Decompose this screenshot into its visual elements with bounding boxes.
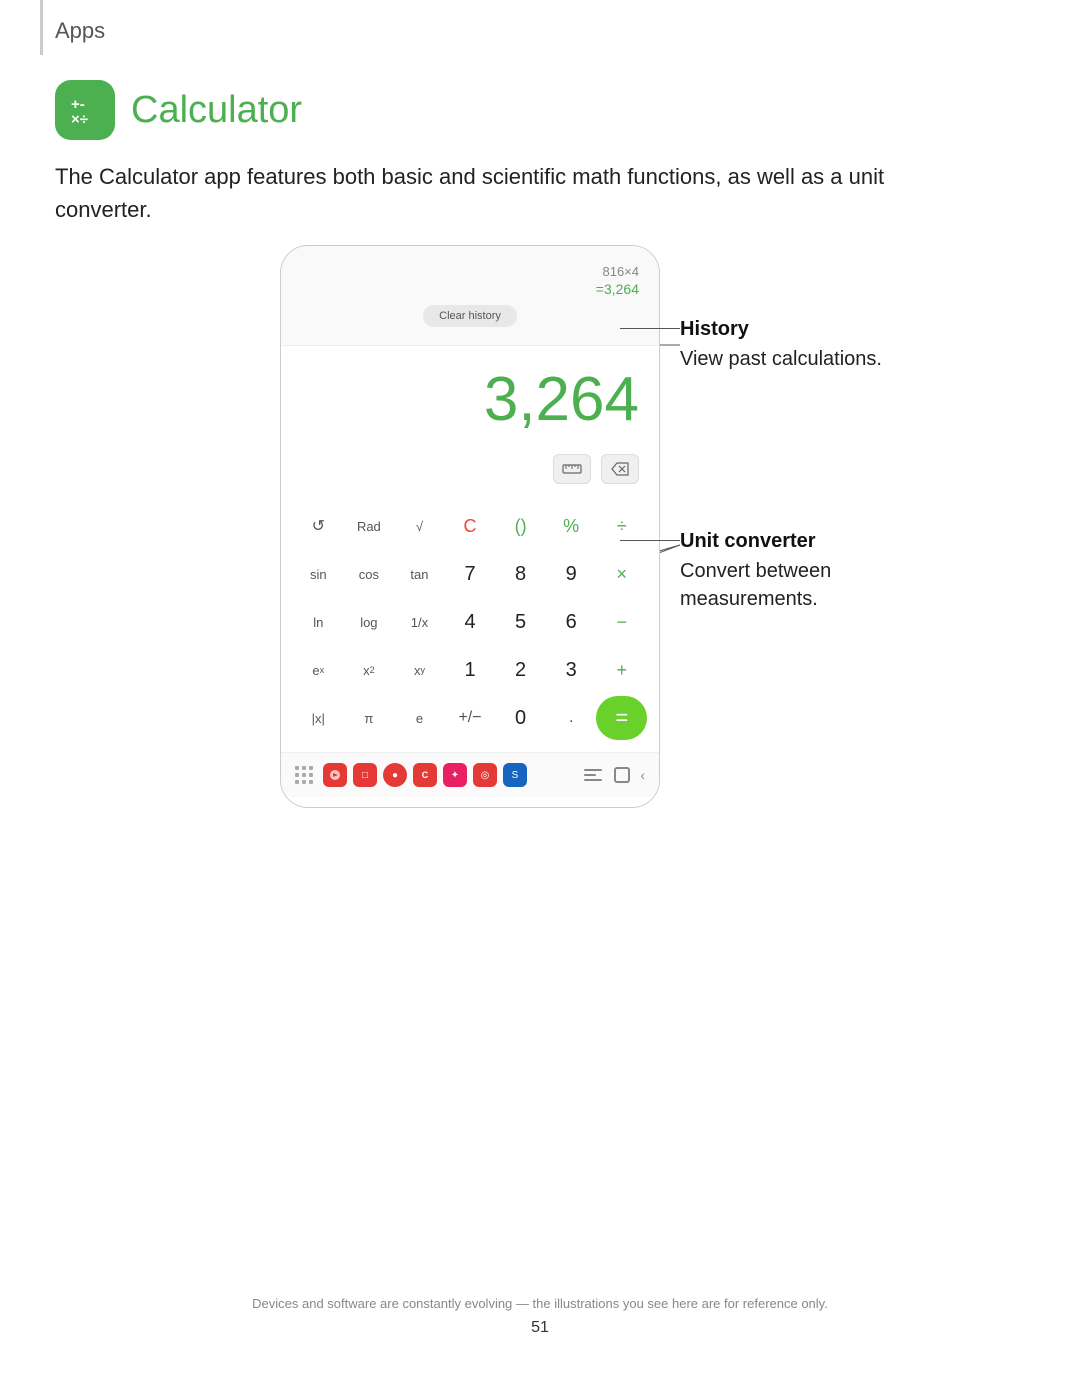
backspace-button[interactable] <box>601 454 639 484</box>
callout-history-text: View past calculations. <box>680 345 950 373</box>
button-multiply[interactable]: × <box>596 552 647 596</box>
button-0[interactable]: 0 <box>495 696 546 740</box>
button-subtract[interactable]: − <box>596 600 647 644</box>
calculator-icon-svg: +- ×÷ <box>67 92 103 128</box>
nav-icon-2[interactable]: □ <box>353 763 377 787</box>
button-4[interactable]: 4 <box>445 600 496 644</box>
recent-apps-button[interactable] <box>584 769 602 781</box>
page-number: 51 <box>0 1319 1080 1337</box>
button-negate[interactable]: +/− <box>445 696 496 740</box>
section-category-label: Apps <box>55 18 105 44</box>
button-1[interactable]: 1 <box>445 648 496 692</box>
button-tan[interactable]: tan <box>394 552 445 596</box>
svg-text:×÷: ×÷ <box>71 111 88 128</box>
button-ln[interactable]: ln <box>293 600 344 644</box>
backspace-icon <box>611 462 629 476</box>
button-square[interactable]: x2 <box>344 648 395 692</box>
display-result: 3,264 <box>301 366 639 434</box>
keypad-row-4: ex x2 xy 1 2 3 + <box>293 648 647 692</box>
button-sin[interactable]: sin <box>293 552 344 596</box>
button-decimal[interactable]: . <box>546 696 597 740</box>
apps-grid-icon <box>295 766 313 784</box>
button-cos[interactable]: cos <box>344 552 395 596</box>
button-rotate[interactable]: ↺ <box>293 504 344 548</box>
button-percent[interactable]: % <box>546 504 597 548</box>
nav-icon-6[interactable]: ◎ <box>473 763 497 787</box>
ruler-icon <box>562 462 582 476</box>
callout-converter-line <box>620 540 680 541</box>
button-euler[interactable]: e <box>394 696 445 740</box>
nav-icon-1[interactable] <box>323 763 347 787</box>
page-description: The Calculator app features both basic a… <box>55 160 925 226</box>
nav-app-icon-1-svg <box>328 768 342 782</box>
callout-history-line <box>620 328 680 329</box>
keypad-row-1: ↺ Rad √ C () % ÷ <box>293 504 647 548</box>
callout-converter-text: Convert between measurements. <box>680 557 950 613</box>
history-callout: History View past calculations. <box>680 318 950 373</box>
button-equals[interactable]: = <box>596 696 647 740</box>
app-icon: +- ×÷ <box>55 80 115 140</box>
nav-icon-5[interactable]: ✦ <box>443 763 467 787</box>
button-log[interactable]: log <box>344 600 395 644</box>
button-3[interactable]: 3 <box>546 648 597 692</box>
button-clear[interactable]: C <box>445 504 496 548</box>
button-sqrt[interactable]: √ <box>394 504 445 548</box>
clear-history-button[interactable]: Clear history <box>423 305 517 327</box>
button-parentheses[interactable]: () <box>495 504 546 548</box>
back-button[interactable]: ‹ <box>640 767 645 783</box>
keypad-row-2: sin cos tan 7 8 9 × <box>293 552 647 596</box>
footer-disclaimer-text: Devices and software are constantly evol… <box>0 1296 1080 1311</box>
button-rad[interactable]: Rad <box>344 504 395 548</box>
button-2[interactable]: 2 <box>495 648 546 692</box>
page-footer: Devices and software are constantly evol… <box>0 1296 1080 1337</box>
bottom-nav-bar: □ ● C ✦ ◎ S <box>281 752 659 797</box>
button-8[interactable]: 8 <box>495 552 546 596</box>
history-section: 816×4 =3,264 Clear history <box>281 246 659 346</box>
button-abs[interactable]: |x| <box>293 696 344 740</box>
phone-mockup: 816×4 =3,264 Clear history 3,264 <box>280 245 660 808</box>
callout-converter-title: Unit converter <box>680 530 950 553</box>
history-expression: 816×4 <box>301 264 639 279</box>
nav-icon-4[interactable]: C <box>413 763 437 787</box>
button-5[interactable]: 5 <box>495 600 546 644</box>
unit-converter-button[interactable] <box>553 454 591 484</box>
button-power[interactable]: xy <box>394 648 445 692</box>
page-border-accent <box>40 0 43 55</box>
nav-icon-3[interactable]: ● <box>383 763 407 787</box>
page-title: Calculator <box>131 89 302 132</box>
main-display: 3,264 <box>281 346 659 444</box>
button-7[interactable]: 7 <box>445 552 496 596</box>
nav-icon-7[interactable]: S <box>503 763 527 787</box>
button-exp[interactable]: ex <box>293 648 344 692</box>
callout-history-title: History <box>680 318 950 341</box>
home-button[interactable] <box>614 767 630 783</box>
button-add[interactable]: + <box>596 648 647 692</box>
button-6[interactable]: 6 <box>546 600 597 644</box>
converter-row <box>281 444 659 496</box>
app-header: +- ×÷ Calculator <box>55 80 302 140</box>
button-divide[interactable]: ÷ <box>596 504 647 548</box>
keypad-row-5: |x| π e +/− 0 . = <box>293 696 647 740</box>
keypad-row-3: ln log 1/x 4 5 6 − <box>293 600 647 644</box>
unit-converter-callout: Unit converter Convert between measureme… <box>680 530 950 613</box>
calculator-keypad: ↺ Rad √ C () % ÷ sin cos tan 7 8 9 × ln <box>281 496 659 752</box>
phone-screen: 816×4 =3,264 Clear history 3,264 <box>280 245 660 808</box>
nav-controls: ‹ <box>580 767 645 783</box>
history-result: =3,264 <box>301 281 639 297</box>
button-pi[interactable]: π <box>344 696 395 740</box>
button-reciprocal[interactable]: 1/x <box>394 600 445 644</box>
button-9[interactable]: 9 <box>546 552 597 596</box>
